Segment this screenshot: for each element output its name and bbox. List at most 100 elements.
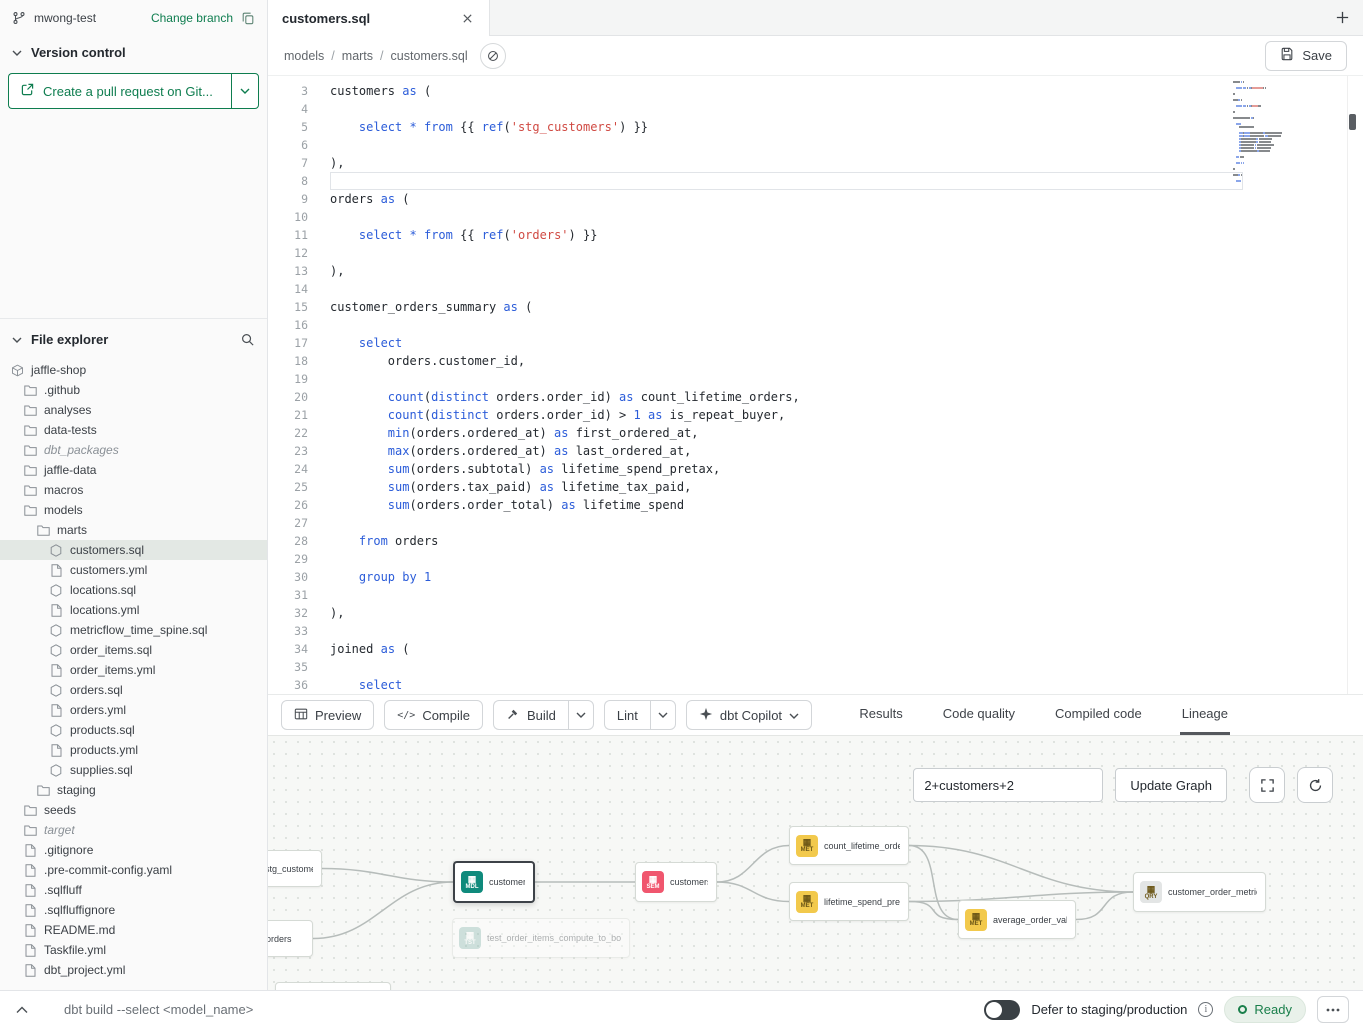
- build-dropdown-button[interactable]: [568, 700, 594, 730]
- create-pr-button[interactable]: Create a pull request on Git...: [8, 73, 231, 109]
- tree-item-target[interactable]: target: [0, 820, 267, 840]
- tree-item-.sqlfluffignore[interactable]: .sqlfluffignore: [0, 900, 267, 920]
- chevron-down-icon[interactable]: [10, 47, 24, 59]
- preview-button[interactable]: Preview: [281, 700, 374, 730]
- save-button[interactable]: Save: [1265, 41, 1347, 71]
- new-tab-button[interactable]: [1321, 0, 1363, 35]
- tab-code-quality[interactable]: Code quality: [941, 695, 1017, 735]
- tree-item-staging[interactable]: staging: [0, 780, 267, 800]
- code-line-27[interactable]: 27: [268, 514, 1363, 532]
- tree-item-products.sql[interactable]: products.sql: [0, 720, 267, 740]
- tree-item-.sqlfluff[interactable]: .sqlfluff: [0, 880, 267, 900]
- defer-toggle[interactable]: [984, 1000, 1020, 1020]
- copy-icon[interactable]: [239, 9, 257, 27]
- code-line-17[interactable]: 17 select: [268, 334, 1363, 352]
- tree-item-.github[interactable]: .github: [0, 380, 267, 400]
- code-line-19[interactable]: 19: [268, 370, 1363, 388]
- code-line-3[interactable]: 3customers as (: [268, 82, 1363, 100]
- code-line-20[interactable]: 20 count(distinct orders.order_id) as co…: [268, 388, 1363, 406]
- tree-item-orders.yml[interactable]: orders.yml: [0, 700, 267, 720]
- code-line-23[interactable]: 23 max(orders.ordered_at) as last_ordere…: [268, 442, 1363, 460]
- tree-item-locations.sql[interactable]: locations.sql: [0, 580, 267, 600]
- tree-item-order_items.yml[interactable]: order_items.yml: [0, 660, 267, 680]
- code-line-36[interactable]: 36 select: [268, 676, 1363, 694]
- chevron-down-icon[interactable]: [10, 334, 24, 346]
- tree-item-supplies.sql[interactable]: supplies.sql: [0, 760, 267, 780]
- tab-compiled-code[interactable]: Compiled code: [1053, 695, 1144, 735]
- lineage-node-lifetime_spend_pretax[interactable]: ▦METlifetime_spend_pretax: [789, 882, 909, 921]
- tab-lineage[interactable]: Lineage: [1180, 695, 1230, 735]
- version-control-header[interactable]: Version control: [0, 36, 267, 69]
- build-button[interactable]: Build: [493, 700, 568, 730]
- lineage-node-customers_sem[interactable]: ▦SEMcustomers: [635, 862, 717, 902]
- editor-tab-customers-sql[interactable]: customers.sql: [268, 0, 490, 36]
- close-icon[interactable]: [460, 11, 475, 26]
- tree-item-README.md[interactable]: README.md: [0, 920, 267, 940]
- code-line-33[interactable]: 33: [268, 622, 1363, 640]
- tree-item-models[interactable]: models: [0, 500, 267, 520]
- lineage-node-partial_node[interactable]: [275, 982, 391, 990]
- refresh-icon[interactable]: [1297, 767, 1333, 803]
- lint-dropdown-button[interactable]: [650, 700, 676, 730]
- info-icon[interactable]: i: [1198, 1002, 1213, 1017]
- code-line-28[interactable]: 28 from orders: [268, 532, 1363, 550]
- code-line-9[interactable]: 9orders as (: [268, 190, 1363, 208]
- breadcrumb-part[interactable]: marts: [342, 49, 373, 63]
- tree-item-metricflow_time_spine.sql[interactable]: metricflow_time_spine.sql: [0, 620, 267, 640]
- code-line-21[interactable]: 21 count(distinct orders.order_id) > 1 a…: [268, 406, 1363, 424]
- scrollbar-thumb[interactable]: [1349, 114, 1356, 130]
- tree-item-orders.sql[interactable]: orders.sql: [0, 680, 267, 700]
- change-branch-link[interactable]: Change branch: [151, 11, 233, 25]
- lineage-node-customer_order_metrics[interactable]: ▦QRYcustomer_order_metrics: [1133, 872, 1266, 912]
- scrollbar[interactable]: [1347, 76, 1357, 694]
- code-line-25[interactable]: 25 sum(orders.tax_paid) as lifetime_tax_…: [268, 478, 1363, 496]
- tree-item-analyses[interactable]: analyses: [0, 400, 267, 420]
- code-line-35[interactable]: 35: [268, 658, 1363, 676]
- code-line-15[interactable]: 15customer_orders_summary as (: [268, 298, 1363, 316]
- code-line-32[interactable]: 32),: [268, 604, 1363, 622]
- breadcrumb-part[interactable]: customers.sql: [391, 49, 468, 63]
- code-line-5[interactable]: 5 select * from {{ ref('stg_customers') …: [268, 118, 1363, 136]
- code-line-6[interactable]: 6: [268, 136, 1363, 154]
- tree-item-dbt_project.yml[interactable]: dbt_project.yml: [0, 960, 267, 980]
- code-line-4[interactable]: 4: [268, 100, 1363, 118]
- code-line-13[interactable]: 13),: [268, 262, 1363, 280]
- file-explorer-header[interactable]: File explorer: [0, 319, 267, 358]
- lineage-node-test_order_items[interactable]: ▦TSTtest_order_items_compute_to_bools...: [452, 918, 630, 958]
- more-options-button[interactable]: [1317, 996, 1349, 1023]
- breadcrumb-part[interactable]: models: [284, 49, 324, 63]
- tree-item-order_items.sql[interactable]: order_items.sql: [0, 640, 267, 660]
- code-line-8[interactable]: 8: [268, 172, 1363, 190]
- code-line-34[interactable]: 34joined as (: [268, 640, 1363, 658]
- tree-item-.gitignore[interactable]: .gitignore: [0, 840, 267, 860]
- lineage-selector-input[interactable]: [913, 768, 1103, 802]
- tree-item-locations.yml[interactable]: locations.yml: [0, 600, 267, 620]
- code-line-24[interactable]: 24 sum(orders.subtotal) as lifetime_spen…: [268, 460, 1363, 478]
- docs-icon[interactable]: [480, 43, 506, 69]
- code-line-29[interactable]: 29: [268, 550, 1363, 568]
- tree-item-dbt_packages[interactable]: dbt_packages: [0, 440, 267, 460]
- code-editor[interactable]: 3customers as (45 select * from {{ ref('…: [268, 76, 1363, 694]
- tree-item-seeds[interactable]: seeds: [0, 800, 267, 820]
- tree-item-macros[interactable]: macros: [0, 480, 267, 500]
- minimap[interactable]: [1231, 78, 1311, 185]
- code-line-30[interactable]: 30 group by 1: [268, 568, 1363, 586]
- fullscreen-icon[interactable]: [1249, 767, 1285, 803]
- lineage-node-customers_mdl[interactable]: ▦MDLcustomers: [453, 861, 535, 903]
- lineage-node-orders[interactable]: ▦MDLorders: [268, 920, 313, 957]
- code-line-26[interactable]: 26 sum(orders.order_total) as lifetime_s…: [268, 496, 1363, 514]
- code-line-14[interactable]: 14: [268, 280, 1363, 298]
- tree-item-jaffle-data[interactable]: jaffle-data: [0, 460, 267, 480]
- tree-item-customers.sql[interactable]: customers.sql: [0, 540, 267, 560]
- lineage-node-average_order_value[interactable]: ▦METaverage_order_value: [958, 900, 1076, 939]
- lineage-node-count_lifetime_orders[interactable]: ▦METcount_lifetime_orders: [789, 826, 909, 865]
- tree-item-data-tests[interactable]: data-tests: [0, 420, 267, 440]
- lint-button[interactable]: Lint: [604, 700, 650, 730]
- update-graph-button[interactable]: Update Graph: [1115, 768, 1227, 802]
- pr-dropdown-button[interactable]: [231, 73, 259, 109]
- tree-item-marts[interactable]: marts: [0, 520, 267, 540]
- tree-item-Taskfile.yml[interactable]: Taskfile.yml: [0, 940, 267, 960]
- tree-item-customers.yml[interactable]: customers.yml: [0, 560, 267, 580]
- code-line-31[interactable]: 31: [268, 586, 1363, 604]
- code-line-22[interactable]: 22 min(orders.ordered_at) as first_order…: [268, 424, 1363, 442]
